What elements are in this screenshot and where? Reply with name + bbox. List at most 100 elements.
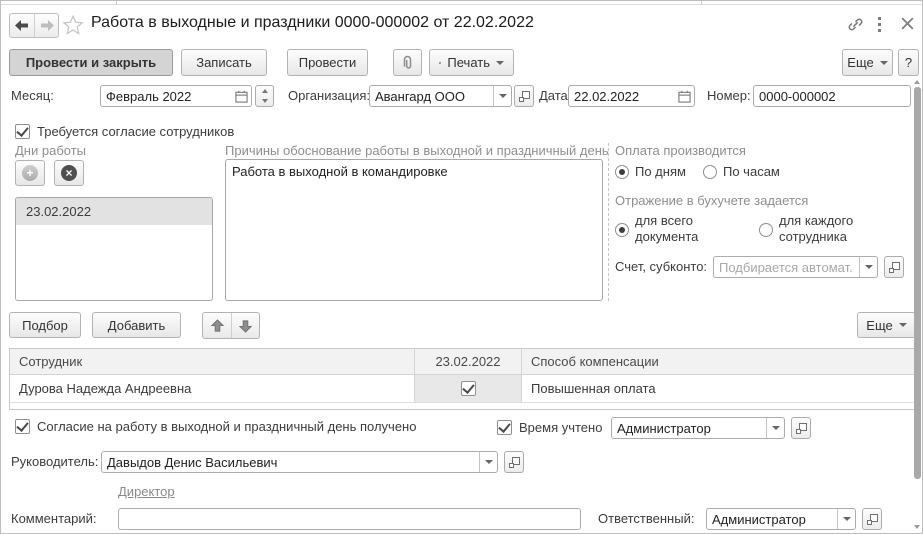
scrollbar-down-icon[interactable] bbox=[914, 525, 920, 529]
tab-divider bbox=[116, 1, 117, 5]
add-icon: + bbox=[22, 165, 38, 181]
post-button[interactable]: Провести bbox=[287, 49, 368, 76]
account-dropdown-icon[interactable] bbox=[859, 257, 877, 277]
responsible-open-button[interactable] bbox=[862, 508, 882, 530]
back-button[interactable] bbox=[10, 14, 34, 37]
get-link-icon[interactable] bbox=[847, 16, 864, 36]
month-input[interactable] bbox=[101, 86, 231, 106]
pay-by-days-radio[interactable] bbox=[615, 165, 629, 179]
month-field bbox=[100, 85, 252, 107]
more-caret-icon bbox=[879, 60, 888, 65]
reasons-textarea[interactable]: Работа в выходной в командировке bbox=[225, 159, 603, 301]
attachments-button[interactable] bbox=[393, 49, 422, 76]
kebab-menu-icon[interactable] bbox=[877, 17, 882, 35]
work-day-list-item[interactable]: 23.02.2022 bbox=[16, 198, 212, 225]
top-strip bbox=[1, 1, 922, 5]
help-button[interactable]: ? bbox=[898, 49, 919, 76]
open-icon bbox=[518, 90, 530, 102]
cell-employee[interactable]: Дурова Надежда Андреевна bbox=[10, 375, 415, 402]
each-employee-radio[interactable] bbox=[759, 223, 773, 237]
cell-day[interactable] bbox=[415, 375, 522, 402]
organization-label: Организация: bbox=[288, 88, 371, 103]
account-label: Счет, субконто: bbox=[615, 259, 708, 274]
each-employee-label: для каждого сотрудника bbox=[779, 213, 854, 244]
reasons-caption: Причины обоснование работы в выходной и … bbox=[225, 143, 609, 158]
responsible-dropdown-icon[interactable] bbox=[837, 509, 855, 529]
account-combo bbox=[713, 256, 878, 278]
day-worked-checkbox[interactable] bbox=[460, 381, 476, 396]
whole-document-radio[interactable] bbox=[615, 223, 629, 237]
time-recorded-open-button[interactable] bbox=[791, 417, 811, 439]
save-button[interactable]: Записать bbox=[181, 49, 267, 76]
paperclip-icon bbox=[403, 55, 411, 69]
scrollbar-thumb[interactable] bbox=[914, 87, 921, 479]
cell-compensation[interactable]: Повышенная оплата bbox=[522, 375, 915, 402]
print-label: Печать bbox=[447, 55, 490, 70]
time-recorded-dropdown-icon[interactable] bbox=[766, 418, 784, 438]
manager-combo bbox=[101, 451, 498, 473]
manager-dropdown-icon[interactable] bbox=[479, 452, 497, 472]
time-recorded-input[interactable] bbox=[612, 418, 766, 438]
move-down-button[interactable] bbox=[231, 313, 259, 338]
pick-button[interactable]: Подбор bbox=[9, 312, 81, 338]
forward-arrow-icon bbox=[40, 19, 54, 31]
whole-document-label: для всего документа bbox=[635, 213, 699, 244]
work-days-list: 23.02.2022 bbox=[15, 197, 213, 301]
manager-label: Руководитель: bbox=[11, 454, 99, 469]
more-label: Еще bbox=[847, 55, 874, 70]
add-day-button[interactable]: + bbox=[15, 160, 45, 186]
consent-checkbox[interactable] bbox=[15, 124, 30, 139]
responsible-input[interactable] bbox=[707, 509, 837, 529]
month-spinner[interactable] bbox=[255, 85, 274, 107]
spinner-down-icon[interactable] bbox=[256, 96, 273, 106]
open-icon bbox=[508, 456, 520, 468]
calendar-icon[interactable] bbox=[674, 90, 694, 103]
time-recorded-label: Время учтено bbox=[519, 420, 603, 435]
manager-open-button[interactable] bbox=[504, 451, 524, 473]
post-and-close-label: Провести и закрыть bbox=[25, 55, 157, 70]
page-title: Работа в выходные и праздники 0000-00000… bbox=[91, 14, 534, 31]
manager-input[interactable] bbox=[102, 452, 479, 472]
add-row-button[interactable]: Добавить bbox=[92, 312, 181, 338]
post-label: Провести bbox=[298, 55, 357, 70]
document-form-window: Работа в выходные и праздники 0000-00000… bbox=[0, 0, 923, 534]
consent-label: Требуется согласие сотрудников bbox=[37, 124, 235, 139]
organization-input[interactable] bbox=[370, 86, 493, 106]
post-and-close-button[interactable]: Провести и закрыть bbox=[9, 49, 173, 76]
number-input[interactable] bbox=[753, 85, 911, 107]
delete-day-button[interactable]: × bbox=[54, 160, 84, 186]
agreement-checkbox[interactable] bbox=[15, 419, 30, 434]
reflection-caption: Отражение в бухучете задается bbox=[615, 193, 809, 208]
number-label: Номер: bbox=[707, 88, 751, 103]
move-up-button[interactable] bbox=[203, 313, 231, 338]
account-open-button[interactable] bbox=[884, 256, 904, 278]
favorite-star-icon[interactable] bbox=[62, 14, 84, 39]
header-compensation[interactable]: Способ компенсации bbox=[522, 349, 915, 374]
vertical-scrollbar[interactable] bbox=[914, 78, 921, 533]
print-button[interactable]: Печать bbox=[429, 49, 514, 76]
spinner-up-icon[interactable] bbox=[256, 86, 273, 96]
account-input[interactable] bbox=[714, 257, 859, 277]
print-caret-icon bbox=[496, 60, 504, 65]
manager-position-link[interactable]: Директор bbox=[118, 484, 175, 499]
pay-by-hours-radio[interactable] bbox=[703, 165, 717, 179]
header-day[interactable]: 23.02.2022 bbox=[415, 349, 522, 374]
close-icon[interactable] bbox=[900, 16, 915, 34]
printer-icon bbox=[439, 61, 442, 64]
comment-input[interactable] bbox=[118, 508, 581, 530]
help-label: ? bbox=[904, 55, 913, 70]
table-more-label: Еще bbox=[866, 317, 893, 333]
calendar-icon[interactable] bbox=[231, 90, 251, 103]
forward-button[interactable] bbox=[34, 14, 58, 37]
organization-open-button[interactable] bbox=[514, 85, 534, 107]
time-recorded-checkbox[interactable] bbox=[497, 420, 512, 435]
organization-dropdown-icon[interactable] bbox=[493, 86, 511, 106]
toolbar-more-button[interactable]: Еще bbox=[842, 49, 893, 76]
date-input[interactable] bbox=[569, 86, 674, 106]
header-employee[interactable]: Сотрудник bbox=[10, 349, 415, 374]
date-label: Дата: bbox=[539, 88, 572, 103]
add-row-label: Добавить bbox=[107, 317, 166, 333]
table-more-button[interactable]: Еще bbox=[857, 312, 916, 338]
table-row[interactable]: Дурова Надежда Андреевна Повышенная опла… bbox=[10, 375, 915, 403]
down-arrow-icon bbox=[239, 319, 252, 333]
